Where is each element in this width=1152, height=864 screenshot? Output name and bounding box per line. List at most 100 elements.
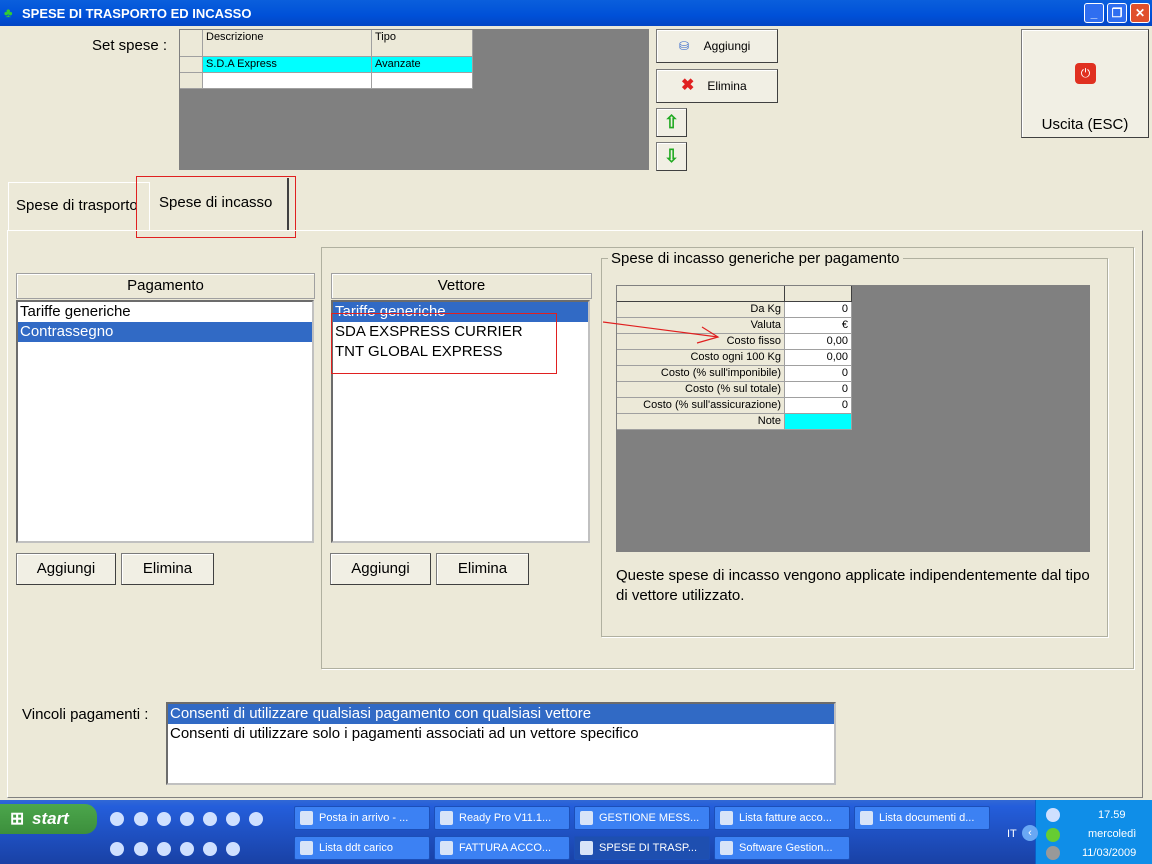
annotation-box	[331, 313, 557, 374]
power-icon: ⏻	[1075, 63, 1096, 84]
row-label: Note	[617, 414, 785, 430]
taskbar-button[interactable]: Software Gestion...	[714, 836, 850, 860]
taskbar-button[interactable]: FATTURA ACCO...	[434, 836, 570, 860]
taskbar-label: SPESE DI TRASP...	[599, 842, 698, 854]
row-label: Costo (% sull'imponibile)	[617, 366, 785, 382]
window-title: SPESE DI TRASPORTO ED INCASSO	[22, 6, 252, 21]
title-bar: ♣ SPESE DI TRASPORTO ED INCASSO _ ❐ ✕	[0, 0, 1152, 26]
quick-launch-icon[interactable]	[134, 842, 148, 856]
app-icon	[300, 811, 313, 825]
row-value[interactable]: 0	[785, 302, 852, 318]
set-spese-grid[interactable]: Descrizione Tipo S.D.A Express Avanzate	[179, 29, 649, 170]
delete-set-button[interactable]: ✖ Elimina	[656, 69, 778, 103]
vettore-delete-button[interactable]: Elimina	[436, 553, 529, 585]
taskbar-button[interactable]: SPESE DI TRASP...	[574, 836, 710, 860]
app-icon	[720, 811, 733, 825]
row-value[interactable]: €	[785, 318, 852, 334]
pagamento-list[interactable]: Tariffe generiche Contrassegno	[16, 300, 314, 543]
quick-launch-icon[interactable]	[249, 812, 263, 826]
add-icon: ⛁	[679, 39, 690, 53]
row-value[interactable]	[785, 414, 852, 430]
row-label: Costo (% sull'assicurazione)	[617, 398, 785, 414]
taskbar-button[interactable]: Lista documenti d...	[854, 806, 990, 830]
quick-launch-icon[interactable]	[226, 842, 240, 856]
generiche-title: Spese di incasso generiche per pagamento	[608, 250, 903, 267]
row-value[interactable]: 0	[785, 366, 852, 382]
quick-launch-icon[interactable]	[203, 842, 217, 856]
vettore-add-button[interactable]: Aggiungi	[330, 553, 431, 585]
tray-icon[interactable]	[1046, 808, 1060, 822]
vincoli-label: Vincoli pagamenti :	[22, 706, 149, 723]
app-icon	[580, 811, 593, 825]
generiche-note: Queste spese di incasso vengono applicat…	[616, 567, 1090, 604]
taskbar-button[interactable]: Ready Pro V11.1...	[434, 806, 570, 830]
clock-day: mercoledì	[1088, 828, 1137, 840]
tab-spese-trasporto[interactable]: Spese di trasporto	[8, 182, 150, 230]
add-set-button[interactable]: ⛁ Aggiungi	[656, 29, 778, 63]
annotation-arrow	[602, 321, 720, 344]
windows-logo-icon: ⊞	[10, 809, 25, 828]
minimize-button[interactable]: _	[1084, 3, 1104, 23]
move-down-button[interactable]: ⇩	[656, 142, 687, 171]
quick-launch-icon[interactable]	[180, 812, 194, 826]
exit-button[interactable]: ⏻ Uscita (ESC)	[1021, 29, 1149, 138]
taskbar: ⊞ start Posta in arrivo - ... Ready Pro V1…	[0, 800, 1152, 864]
list-item[interactable]: Consenti di utilizzare qualsiasi pagamen…	[168, 704, 834, 724]
quick-launch-icon[interactable]	[226, 812, 240, 826]
grid-cell[interactable]: S.D.A Express	[203, 57, 372, 73]
annotation-box	[136, 176, 296, 238]
taskbar-button[interactable]: Lista ddt carico	[294, 836, 430, 860]
quick-launch-icon[interactable]	[180, 842, 194, 856]
close-button[interactable]: ✕	[1130, 3, 1150, 23]
taskbar-label: Lista documenti d...	[879, 812, 975, 824]
taskbar-button[interactable]: GESTIONE MESS...	[574, 806, 710, 830]
delete-icon: ✖	[681, 77, 695, 94]
row-value[interactable]: 0,00	[785, 334, 852, 350]
col-tipo[interactable]: Tipo	[372, 30, 473, 57]
taskbar-label: Software Gestion...	[739, 842, 833, 854]
col-descrizione[interactable]: Descrizione	[203, 30, 372, 57]
quick-launch-icon[interactable]	[134, 812, 148, 826]
clock-date: 11/03/2009	[1082, 847, 1137, 859]
app-icon: ♣	[4, 5, 13, 20]
pagamento-delete-button[interactable]: Elimina	[121, 553, 214, 585]
pagamento-add-button[interactable]: Aggiungi	[16, 553, 116, 585]
vincoli-list[interactable]: Consenti di utilizzare qualsiasi pagamen…	[166, 702, 836, 785]
row-value[interactable]: 0,00	[785, 350, 852, 366]
taskbar-button[interactable]: Lista fatture acco...	[714, 806, 850, 830]
app-icon	[720, 841, 733, 855]
app-icon	[440, 841, 453, 855]
tray-icon[interactable]	[1046, 828, 1060, 842]
quick-launch-icon[interactable]	[157, 812, 171, 826]
list-item[interactable]: Consenti di utilizzare solo i pagamenti …	[168, 724, 834, 744]
list-item[interactable]: Contrassegno	[18, 322, 312, 342]
start-button[interactable]: ⊞ start	[0, 804, 97, 834]
language-indicator[interactable]: IT	[1007, 828, 1017, 840]
quick-launch-icon[interactable]	[203, 812, 217, 826]
app-icon	[300, 841, 313, 855]
row-value[interactable]: 0	[785, 398, 852, 414]
row-value[interactable]: 0	[785, 382, 852, 398]
move-up-button[interactable]: ⇧	[656, 108, 687, 137]
taskbar-label: Lista fatture acco...	[739, 812, 832, 824]
taskbar-button[interactable]: Posta in arrivo - ...	[294, 806, 430, 830]
grid-cell[interactable]: Avanzate	[372, 57, 473, 73]
clock-time: 17.59	[1098, 809, 1126, 821]
list-item[interactable]: Tariffe generiche	[18, 302, 312, 322]
app-icon	[860, 811, 873, 825]
tray-expand-icon[interactable]: ‹	[1022, 825, 1038, 841]
set-spese-label: Set spese :	[92, 37, 168, 54]
restore-button[interactable]: ❐	[1107, 3, 1127, 23]
delete-label: Elimina	[707, 79, 747, 93]
row-label: Costo ogni 100 Kg	[617, 350, 785, 366]
tray-icon[interactable]	[1046, 846, 1060, 860]
row-label: Costo (% sul totale)	[617, 382, 785, 398]
pagamento-header: Pagamento	[16, 273, 315, 299]
taskbar-label: Posta in arrivo - ...	[319, 812, 409, 824]
quick-launch-icon[interactable]	[110, 842, 124, 856]
app-icon	[440, 811, 453, 825]
system-tray: 17.59 mercoledì 11/03/2009	[1035, 800, 1152, 864]
taskbar-label: Lista ddt carico	[319, 842, 393, 854]
quick-launch-icon[interactable]	[110, 812, 124, 826]
quick-launch-icon[interactable]	[157, 842, 171, 856]
